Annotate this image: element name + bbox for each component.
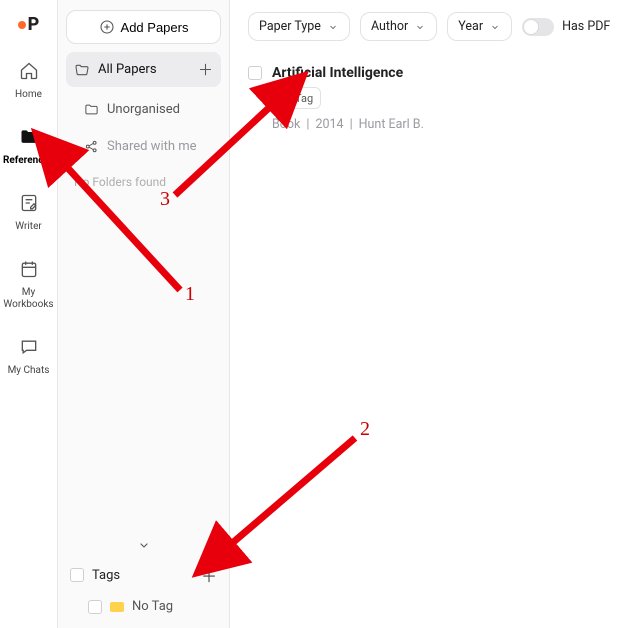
filter-year[interactable]: Year (447, 12, 512, 41)
add-papers-label: Add Papers (121, 20, 189, 35)
writer-icon (15, 189, 43, 217)
chevron-down-icon[interactable] (136, 537, 152, 553)
nav-rail: P Home References Writer My Workbooks (0, 0, 58, 628)
tag-checkbox[interactable] (88, 600, 102, 614)
filter-author[interactable]: Author (360, 12, 437, 41)
main-content: Paper Type Author Year Has PDF Artificia… (230, 0, 638, 628)
workbook-icon (15, 255, 43, 283)
tags-header-label: Tags (92, 568, 120, 583)
rail-item-home[interactable]: Home (0, 51, 57, 107)
rail-item-references[interactable]: References (0, 117, 57, 173)
folder-open-icon (74, 62, 90, 78)
plus-icon: ＋ (280, 90, 291, 106)
rail-item-writer[interactable]: Writer (0, 183, 57, 239)
paper-item[interactable]: Artificial Intelligence ＋ Tag Book|2014|… (248, 65, 626, 132)
paper-meta: Book|2014|Hunt Earl B. (272, 117, 626, 132)
rail-label: My Workbooks (0, 287, 57, 311)
rail-item-chats[interactable]: My Chats (0, 327, 57, 383)
tag-label: No Tag (132, 599, 173, 614)
filter-paper-type[interactable]: Paper Type (248, 12, 350, 41)
chevron-down-icon (414, 21, 426, 33)
folder-shared[interactable]: Shared with me (66, 132, 221, 161)
chevron-down-icon (489, 21, 501, 33)
add-folder-icon[interactable]: ＋ (198, 59, 213, 80)
tag-row-none[interactable]: No Tag (66, 593, 221, 620)
add-papers-button[interactable]: Add Papers (66, 10, 221, 44)
toggle-icon[interactable] (522, 18, 554, 36)
rail-label: References (3, 155, 54, 167)
tags-checkbox[interactable] (70, 568, 84, 582)
rail-label: My Chats (8, 365, 50, 377)
has-pdf-label: Has PDF (562, 19, 610, 34)
tags-section: Tags ＋ No Tag (58, 527, 229, 628)
folder-all-papers[interactable]: All Papers ＋ (66, 52, 221, 87)
home-icon (15, 57, 43, 85)
filter-label: Year (458, 19, 483, 34)
rail-item-workbooks[interactable]: My Workbooks (0, 249, 57, 317)
share-icon (84, 139, 99, 154)
folder-label: All Papers (98, 62, 157, 77)
tags-header-row[interactable]: Tags ＋ (66, 557, 221, 593)
paper-year: 2014 (315, 117, 343, 132)
chevron-down-icon (327, 21, 339, 33)
tag-color-icon (110, 602, 124, 612)
filter-label: Paper Type (259, 19, 321, 34)
paper-add-tag-button[interactable]: ＋ Tag (272, 87, 321, 109)
add-tag-icon[interactable]: ＋ (201, 563, 217, 587)
filter-label: Author (371, 19, 408, 34)
folder-label: Shared with me (107, 139, 197, 154)
logo-text: P (28, 14, 40, 35)
logo-dot-icon (18, 21, 26, 29)
rail-label: Home (15, 89, 42, 101)
rail-label: Writer (15, 221, 42, 233)
paper-title: Artificial Intelligence (272, 65, 403, 81)
sidebar-panel: Add Papers All Papers ＋ Unorganised Shar… (58, 0, 230, 628)
folder-icon (84, 102, 99, 117)
add-tag-label: Tag (295, 92, 313, 105)
plus-circle-icon (99, 19, 115, 35)
chat-icon (15, 333, 43, 361)
folder-label: Unorganised (107, 102, 180, 117)
filter-bar: Paper Type Author Year Has PDF (248, 12, 626, 41)
folder-filled-icon (15, 123, 43, 151)
no-folders-text: No Folders found (66, 169, 221, 195)
paper-checkbox[interactable] (248, 66, 262, 80)
folder-unorganised[interactable]: Unorganised (66, 95, 221, 124)
app-logo: P (18, 8, 40, 41)
paper-author: Hunt Earl B. (359, 117, 424, 132)
filter-has-pdf[interactable]: Has PDF (522, 18, 610, 36)
paper-type: Book (272, 117, 300, 132)
